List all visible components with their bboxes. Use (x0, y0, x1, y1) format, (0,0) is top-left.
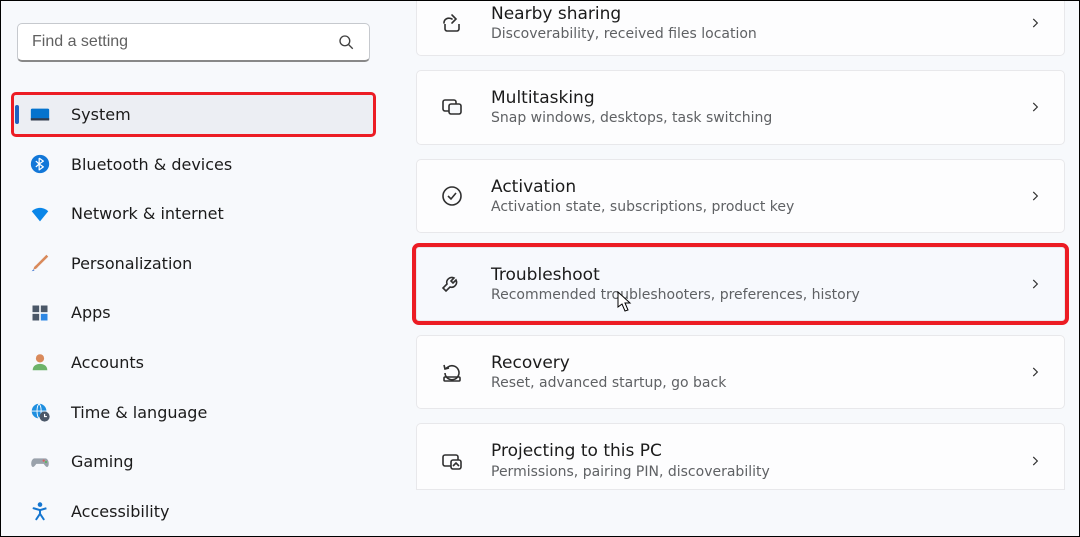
card-title: Projecting to this PC (491, 440, 1002, 462)
card-recovery[interactable]: Recovery Reset, advanced startup, go bac… (416, 335, 1065, 409)
accessibility-icon (29, 500, 51, 522)
chevron-right-icon (1028, 454, 1042, 468)
person-icon (29, 351, 51, 373)
card-troubleshoot[interactable]: Troubleshoot Recommended troubleshooters… (416, 247, 1065, 321)
bluetooth-icon (29, 153, 51, 175)
card-text: Projecting to this PC Permissions, pairi… (491, 440, 1002, 480)
card-text: Troubleshoot Recommended troubleshooters… (491, 264, 1002, 304)
card-title: Activation (491, 176, 1002, 198)
card-text: Nearby sharing Discoverability, received… (491, 3, 1002, 43)
sidebar-item-label: Accessibility (71, 502, 169, 521)
share-icon (439, 10, 465, 36)
system-icon (29, 104, 51, 126)
sidebar-item-label: Time & language (71, 403, 207, 422)
globe-clock-icon (29, 401, 51, 423)
card-text: Activation Activation state, subscriptio… (491, 176, 1002, 216)
sidebar-item-apps[interactable]: Apps (13, 292, 374, 334)
search-icon (337, 33, 355, 51)
card-title: Multitasking (491, 87, 1002, 109)
project-icon (439, 448, 465, 474)
search-box[interactable] (17, 23, 370, 62)
sidebar-item-accessibility[interactable]: Accessibility (13, 490, 374, 532)
sidebar-item-label: System (71, 105, 131, 124)
sidebar-item-label: Personalization (71, 254, 192, 273)
sidebar-item-accounts[interactable]: Accounts (13, 342, 374, 384)
card-desc: Reset, advanced startup, go back (491, 374, 1002, 392)
sidebar: System Bluetooth & devices Network & int… (1, 1, 386, 536)
chevron-right-icon (1028, 100, 1042, 114)
card-multitasking[interactable]: Multitasking Snap windows, desktops, tas… (416, 70, 1065, 144)
wrench-icon (439, 271, 465, 297)
card-desc: Recommended troubleshooters, preferences… (491, 286, 1002, 304)
sidebar-item-gaming[interactable]: Gaming (13, 441, 374, 483)
sidebar-item-time-language[interactable]: Time & language (13, 391, 374, 433)
sidebar-item-label: Bluetooth & devices (71, 155, 232, 174)
card-desc: Discoverability, received files location (491, 25, 1002, 43)
sidebar-item-bluetooth[interactable]: Bluetooth & devices (13, 143, 374, 185)
card-title: Nearby sharing (491, 3, 1002, 25)
brush-icon (29, 252, 51, 274)
sidebar-item-system[interactable]: System (13, 94, 374, 136)
card-desc: Activation state, subscriptions, product… (491, 198, 1002, 216)
chevron-right-icon (1028, 16, 1042, 30)
sidebar-item-label: Gaming (71, 452, 134, 471)
card-desc: Permissions, pairing PIN, discoverabilit… (491, 463, 1002, 481)
sidebar-item-network[interactable]: Network & internet (13, 193, 374, 235)
card-activation[interactable]: Activation Activation state, subscriptio… (416, 159, 1065, 233)
apps-icon (29, 302, 51, 324)
card-desc: Snap windows, desktops, task switching (491, 109, 1002, 127)
card-title: Recovery (491, 352, 1002, 374)
settings-main: Nearby sharing Discoverability, received… (386, 1, 1079, 536)
chevron-right-icon (1028, 277, 1042, 291)
sidebar-item-label: Accounts (71, 353, 144, 372)
multitask-icon (439, 94, 465, 120)
sidebar-item-label: Apps (71, 303, 111, 322)
recovery-icon (439, 359, 465, 385)
checkmark-circle-icon (439, 183, 465, 209)
card-text: Recovery Reset, advanced startup, go bac… (491, 352, 1002, 392)
wifi-icon (29, 203, 51, 225)
search-input[interactable] (32, 33, 337, 51)
card-title: Troubleshoot (491, 264, 1002, 286)
card-projecting[interactable]: Projecting to this PC Permissions, pairi… (416, 423, 1065, 489)
card-text: Multitasking Snap windows, desktops, tas… (491, 87, 1002, 127)
chevron-right-icon (1028, 365, 1042, 379)
gamepad-icon (29, 451, 51, 473)
card-nearby-sharing[interactable]: Nearby sharing Discoverability, received… (416, 1, 1065, 56)
sidebar-item-personalization[interactable]: Personalization (13, 243, 374, 285)
sidebar-item-label: Network & internet (71, 204, 224, 223)
chevron-right-icon (1028, 189, 1042, 203)
